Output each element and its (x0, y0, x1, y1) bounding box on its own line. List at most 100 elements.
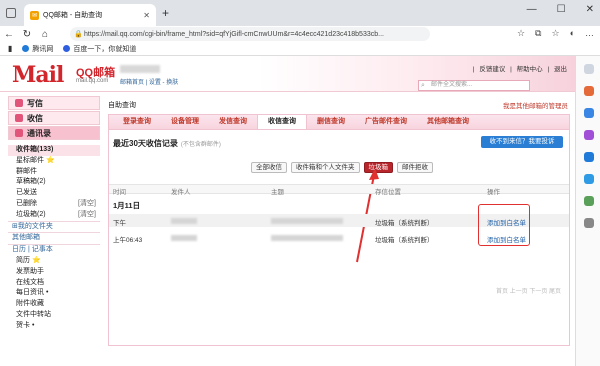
browser-tab-bar: ✉ QQ邮箱 - 自助查询 ✕ + — ☐ ✕ (0, 0, 600, 26)
folder-starred[interactable]: 星标邮件 ⭐ (8, 156, 100, 167)
add-icon[interactable] (584, 218, 594, 228)
complain-button[interactable]: 收不到来信？我要投诉 (481, 136, 563, 148)
logout-link[interactable]: 退出 (554, 66, 567, 73)
mail-logo[interactable]: Mail (12, 62, 64, 88)
more-menu-icon[interactable]: … (585, 28, 594, 39)
bookmark-baidu[interactable]: 百度一下，你就知道 (63, 44, 136, 54)
profile-icon[interactable]: ◐ (570, 28, 575, 39)
filter-all[interactable]: 全部收信 (251, 162, 287, 173)
mail-search-input[interactable]: ⌕ 邮件全文搜索... (418, 80, 530, 91)
col-sender: 发件人 (171, 189, 191, 196)
compose-button[interactable]: 写信 (8, 96, 100, 110)
filter-buttons: 全部收信 收件箱和个人文件夹 垃圾箱 邮件拒收 (251, 162, 433, 173)
collections-icon[interactable]: ☆ (551, 28, 559, 39)
tab-other-mail-query[interactable]: 其他邮箱查询 (417, 115, 479, 129)
col-time: 时间 (113, 189, 126, 196)
col-location: 存信位置 (375, 189, 401, 196)
app-invoice[interactable]: 发票助手 (8, 267, 100, 278)
admin-link[interactable]: 我是其他邮箱的管理员 (503, 100, 568, 110)
shopping-icon[interactable] (584, 86, 594, 96)
games-icon[interactable] (584, 130, 594, 140)
app-daily-news[interactable]: 每日资讯 • (8, 288, 100, 299)
clear-spam-link[interactable]: [清空] (78, 210, 96, 221)
office-icon[interactable] (584, 152, 594, 162)
pager[interactable]: 首页 上一页 下一页 尾页 (496, 286, 561, 295)
inbox-button[interactable]: 收信 (8, 111, 100, 125)
my-folders[interactable]: ⊞我的文件夹 (8, 220, 100, 233)
pen-icon (15, 99, 23, 107)
browser-tab[interactable]: ✉ QQ邮箱 - 自助查询 ✕ (24, 4, 156, 26)
tab-close-icon[interactable]: ✕ (143, 11, 150, 20)
folder-sent[interactable]: 已发送 (8, 188, 100, 199)
home-icon[interactable]: ⌂ (36, 29, 54, 40)
subject-redacted (271, 218, 343, 224)
bookmarks-bar: ▮ 腾讯网 百度一下，你就知道 (0, 42, 600, 56)
row-time: 上午06:43 (113, 237, 143, 244)
tab-sent-query[interactable]: 发信查询 (209, 115, 257, 129)
bookmark-folder-icon[interactable]: ▮ (8, 44, 12, 53)
folder-inbox[interactable]: 收件箱(133) (8, 145, 100, 156)
calendar-notes[interactable]: 日历 | 记事本 (8, 244, 100, 256)
mail-header: Mail QQ邮箱 mail.qq.com 邮箱首页 | 设置 - 换肤 | 反… (0, 56, 575, 92)
bookmark-tencent[interactable]: 腾讯网 (22, 44, 53, 54)
row-time: 下午 (113, 220, 126, 227)
left-nav: 写信 收信 通讯录 收件箱(133) 星标邮件 ⭐ 群邮件 草稿箱(2) 已发送… (8, 96, 100, 366)
other-mailboxes[interactable]: 其他邮箱 (8, 232, 100, 244)
filter-rejected[interactable]: 邮件拒收 (397, 162, 433, 173)
back-arrow-icon[interactable]: ← (0, 29, 18, 40)
clear-deleted-link[interactable]: [清空] (78, 199, 96, 210)
tab-ad-query[interactable]: 广告邮件查询 (355, 115, 417, 129)
tab-deleted-query[interactable]: 删信查询 (307, 115, 355, 129)
contacts-button[interactable]: 通讯录 (8, 126, 100, 140)
url-text: https://mail.qq.com/cgi-bin/frame_html?s… (84, 30, 384, 38)
refresh-icon[interactable]: ↻ (18, 29, 36, 40)
panel-note: (不包含群邮件) (180, 142, 221, 148)
new-tab-button[interactable]: + (162, 6, 169, 20)
folder-drafts[interactable]: 草稿箱(2) (8, 177, 100, 188)
row-location: 垃圾箱（系统判断） (375, 237, 434, 244)
tab-device-mgmt[interactable]: 设备管理 (161, 115, 209, 129)
subject-redacted (271, 235, 343, 241)
app-online-docs[interactable]: 在线文档 (8, 278, 100, 289)
app-file-transfer[interactable]: 文件中转站 (8, 310, 100, 321)
tab-login-query[interactable]: 登录查询 (113, 115, 161, 129)
table-header: 时间 发件人 主题 存信位置 操作 (109, 184, 569, 196)
logo-domain: mail.qq.com (76, 78, 109, 84)
tab-actions-icon[interactable] (6, 8, 16, 18)
tree-icon[interactable] (584, 196, 594, 206)
tab-received-query[interactable]: 收信查询 (257, 115, 307, 129)
url-field[interactable]: 🔒 https://mail.qq.com/cgi-bin/frame_html… (70, 27, 430, 41)
search-icon[interactable] (584, 64, 594, 74)
extensions-icon[interactable]: ⧉ (535, 28, 541, 39)
folder-deleted[interactable]: 已删除 [清空] (8, 199, 100, 210)
maximize-button[interactable]: ☐ (557, 4, 566, 15)
annotation-highlight-box (478, 204, 530, 246)
top-links: | 反馈建议 | 帮助中心 | 退出 (472, 66, 567, 73)
folder-group-mail[interactable]: 群邮件 (8, 167, 100, 178)
folder-spam[interactable]: 垃圾箱(2) [清空] (8, 210, 100, 221)
date-group-label: 1月11日 (113, 201, 141, 210)
contacts-icon (15, 129, 23, 137)
search-icon: ⌕ (421, 82, 425, 89)
window-controls: — ☐ ✕ (527, 4, 594, 15)
app-resume[interactable]: 简历 ⭐ (8, 256, 100, 267)
breadcrumb: 自助查询 (108, 102, 136, 109)
folder-list: 收件箱(133) 星标邮件 ⭐ 群邮件 草稿箱(2) 已发送 已删除 [清空] 垃… (8, 145, 100, 332)
address-bar-icons: ☆ ⧉ ☆ ◐ … (517, 28, 594, 39)
minimize-button[interactable]: — (527, 4, 537, 15)
app-greeting-card[interactable]: 贺卡 • (8, 321, 100, 332)
sender-redacted (171, 218, 197, 224)
user-links[interactable]: 邮箱首页 | 设置 - 换肤 (120, 77, 178, 86)
favorite-star-icon[interactable]: ☆ (517, 28, 525, 39)
feedback-link[interactable]: 反馈建议 (479, 66, 505, 73)
tab-title: QQ邮箱 - 自助查询 (43, 12, 103, 19)
outlook-icon[interactable] (584, 174, 594, 184)
address-bar: ← ↻ ⌂ 🔒 https://mail.qq.com/cgi-bin/fram… (0, 26, 600, 42)
baidu-icon (63, 45, 71, 52)
help-link[interactable]: 帮助中心 (517, 66, 543, 73)
app-attachments[interactable]: 附件收藏 (8, 299, 100, 310)
tools-icon[interactable] (584, 108, 594, 118)
close-window-button[interactable]: ✕ (586, 4, 594, 15)
col-action: 操作 (487, 189, 500, 196)
inbox-icon (15, 114, 23, 122)
